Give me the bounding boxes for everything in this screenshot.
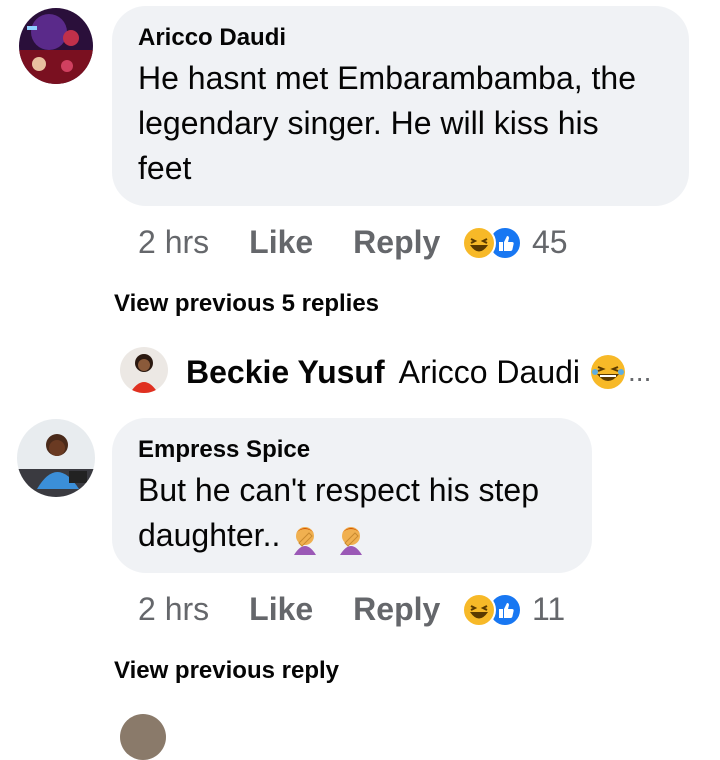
- comment-author[interactable]: Aricco Daudi: [138, 24, 663, 52]
- facepalm-emoji-icon: [336, 522, 366, 555]
- view-previous-reply-link[interactable]: View previous reply: [114, 657, 339, 685]
- reaction-count: 11: [532, 591, 566, 627]
- reaction-summary[interactable]: 45: [462, 224, 568, 261]
- comment-actions: 2 hrs Like Reply: [138, 589, 440, 629]
- comment-bubble-empress: Empress Spice But he can't respect his s…: [112, 418, 592, 573]
- like-button[interactable]: Like: [249, 224, 313, 261]
- avatar-empress[interactable]: [17, 419, 95, 497]
- reply-button[interactable]: Reply: [353, 224, 440, 261]
- reply-button[interactable]: Reply: [353, 591, 440, 628]
- reply-preview-text: Aricco Daudi: [398, 353, 581, 390]
- reply-preview-author[interactable]: Beckie Yusuf: [186, 354, 385, 391]
- comment-author[interactable]: Empress Spice: [138, 436, 566, 464]
- comment-bubble-aricco: Aricco Daudi He hasnt met Embarambamba, …: [112, 6, 689, 206]
- haha-icon: [462, 592, 496, 627]
- haha-icon: [462, 225, 496, 260]
- avatar-beckie[interactable]: [120, 347, 168, 393]
- view-previous-replies-link[interactable]: View previous 5 replies: [114, 290, 379, 318]
- reply-preview-ellipsis: ...: [628, 356, 652, 387]
- avatar-aricco[interactable]: [19, 8, 93, 84]
- comment-time[interactable]: 2 hrs: [138, 591, 209, 628]
- reaction-count: 45: [532, 224, 568, 260]
- comment-text: He hasnt met Embarambamba, the legendary…: [138, 60, 637, 186]
- laughing-emoji-icon: [590, 354, 626, 390]
- comment-text: But he can't respect his step daughter..: [138, 468, 566, 558]
- reaction-summary[interactable]: 11: [462, 591, 565, 628]
- reply-preview[interactable]: Beckie Yusuf Aricco Daudi ...: [186, 350, 651, 394]
- facepalm-emoji-icon: [290, 522, 320, 555]
- comment-time[interactable]: 2 hrs: [138, 224, 209, 261]
- like-button[interactable]: Like: [249, 591, 313, 628]
- comment-actions: 2 hrs Like Reply: [138, 222, 440, 262]
